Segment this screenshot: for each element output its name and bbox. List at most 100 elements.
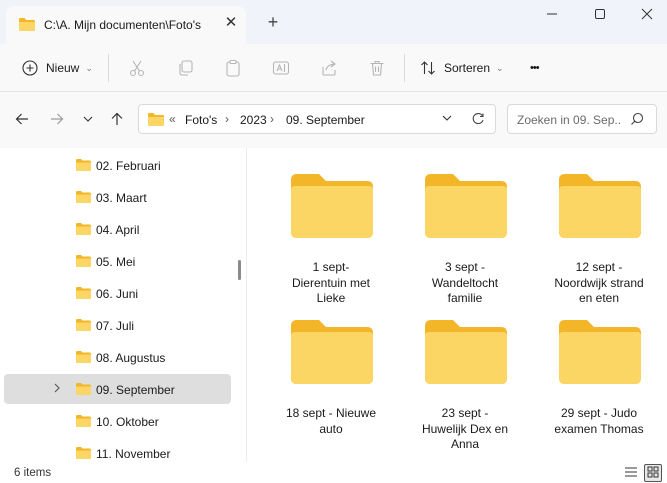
- copy-button[interactable]: [176, 56, 194, 80]
- folder-icon: [75, 190, 92, 207]
- refresh-icon[interactable]: [471, 112, 485, 129]
- breadcrumb-separator[interactable]: ›: [225, 112, 229, 126]
- sidebar-item-maart[interactable]: 03. Maart: [4, 182, 231, 212]
- sidebar-item-label: 06. Juni: [96, 287, 139, 301]
- folder-label: 18 sept - Nieuwe auto: [285, 406, 377, 436]
- breadcrumb-september[interactable]: 09. September: [286, 113, 365, 127]
- search-icon: [630, 112, 644, 129]
- breadcrumb-separator[interactable]: ›: [270, 112, 274, 126]
- sidebar-item-juni[interactable]: 06. Juni: [4, 278, 231, 308]
- sidebar-item-oktober[interactable]: 10. Oktober: [4, 406, 231, 436]
- arrow-left-icon: [14, 111, 30, 130]
- search-input[interactable]: Zoeken in 09. Sep...: [517, 113, 622, 127]
- chevron-down-icon: [82, 113, 94, 128]
- folder-icon: [289, 172, 375, 243]
- share-icon: [320, 59, 338, 77]
- sidebar-item-november[interactable]: 11. November: [4, 438, 231, 462]
- overflow-crumbs-button[interactable]: «: [169, 112, 176, 126]
- maximize-button[interactable]: [588, 4, 612, 28]
- folder-tile[interactable]: 18 sept - Nieuwe auto: [269, 302, 393, 450]
- new-tab-button[interactable]: +: [264, 13, 282, 31]
- navigation-pane: 02. Februari 03. Maart 04. April 05. Mei…: [0, 148, 246, 462]
- navigation-bar: « Foto's › 2023 › 09. September Zoeken i…: [0, 92, 667, 148]
- tab-active[interactable]: C:\A. Mijn documenten\Foto's ✕: [6, 6, 246, 44]
- folder-icon: [423, 318, 509, 389]
- folder-icon: [75, 350, 92, 367]
- sidebar-item-april[interactable]: 04. April: [4, 214, 231, 244]
- folder-tile[interactable]: 3 sept - Wandeltocht familie: [403, 156, 527, 305]
- sidebar-item-label: 10. Oktober: [96, 415, 159, 429]
- tab-title: C:\A. Mijn documenten\Foto's: [44, 18, 202, 32]
- tiles-view-button[interactable]: [644, 464, 662, 482]
- trash-icon: [368, 59, 386, 77]
- folder-tile[interactable]: 1 sept- Dierentuin met Lieke: [269, 156, 393, 305]
- file-list: 1 sept- Dierentuin met Lieke 3 sept - Wa…: [247, 148, 667, 462]
- folder-icon: [75, 446, 92, 462]
- folder-tile[interactable]: 12 sept - Noordwijk strand en eten: [537, 156, 661, 305]
- sidebar-item-mei[interactable]: 05. Mei: [4, 246, 231, 276]
- paste-button[interactable]: [224, 56, 242, 80]
- close-window-button[interactable]: [635, 4, 659, 28]
- sidebar-item-label: 03. Maart: [96, 191, 147, 205]
- sidebar-item-juli[interactable]: 07. Juli: [4, 310, 231, 340]
- back-button[interactable]: [11, 109, 33, 131]
- sidebar-item-label: 05. Mei: [96, 255, 136, 269]
- folder-label: 29 sept - Judo examen Thomas: [554, 406, 644, 436]
- arrow-right-icon: [49, 111, 65, 130]
- sidebar-scrollbar[interactable]: [238, 260, 241, 280]
- plus-circle-icon: [22, 60, 38, 76]
- folder-icon: [18, 17, 36, 35]
- folder-icon: [557, 172, 643, 243]
- title-bar: C:\A. Mijn documenten\Foto's ✕ +: [0, 0, 667, 44]
- new-label: Nieuw: [46, 61, 80, 75]
- close-tab-icon[interactable]: ✕: [222, 14, 240, 32]
- sort-label: Sorteren: [444, 61, 491, 75]
- sidebar-item-label: 02. Februari: [96, 159, 161, 173]
- up-button[interactable]: [106, 109, 128, 131]
- sidebar-item-label: 11. November: [96, 447, 171, 461]
- sidebar-item-februari[interactable]: 02. Februari: [4, 150, 231, 180]
- folder-icon: [75, 318, 92, 335]
- chevron-down-icon: ⌄: [496, 62, 504, 73]
- address-bar[interactable]: « Foto's › 2023 › 09. September: [138, 104, 496, 134]
- scissors-icon: [128, 59, 146, 77]
- sidebar-item-september[interactable]: 09. September: [4, 374, 231, 404]
- delete-button[interactable]: [368, 56, 386, 80]
- folder-tile[interactable]: 23 sept - Huwelijk Dex en Anna: [403, 302, 527, 451]
- folder-label: 12 sept - Noordwijk strand en eten: [554, 260, 644, 305]
- cut-button[interactable]: [128, 56, 146, 80]
- folder-icon: [75, 286, 92, 303]
- status-bar: 6 items: [0, 462, 667, 483]
- sidebar-item-augustus[interactable]: 08. Augustus: [4, 342, 231, 372]
- folder-label: 23 sept - Huwelijk Dex en Anna: [421, 406, 509, 451]
- sort-button[interactable]: Sorteren ⌄: [420, 56, 504, 80]
- new-button[interactable]: Nieuw ⌄: [22, 56, 93, 80]
- clipboard-icon: [224, 59, 242, 77]
- chevron-down-icon: ⌄: [85, 62, 93, 73]
- sidebar-item-label: 09. September: [96, 383, 175, 397]
- divider: [404, 54, 405, 82]
- address-history-button[interactable]: [441, 112, 453, 127]
- recent-locations-button[interactable]: [77, 109, 99, 131]
- chevron-right-icon[interactable]: [52, 382, 62, 397]
- folder-icon: [557, 318, 643, 389]
- item-count: 6 items: [14, 467, 52, 479]
- breadcrumb-fotos[interactable]: Foto's: [185, 113, 217, 127]
- folder-tile[interactable]: 29 sept - Judo examen Thomas: [537, 302, 661, 450]
- sort-arrows-icon: [420, 60, 436, 76]
- rename-icon: [272, 59, 290, 77]
- sidebar-item-label: 07. Juli: [96, 319, 135, 333]
- minimize-button[interactable]: [540, 4, 564, 28]
- sidebar-item-label: 04. April: [96, 223, 140, 237]
- breadcrumb-2023[interactable]: 2023: [240, 113, 267, 127]
- folder-icon: [75, 414, 92, 431]
- forward-button[interactable]: [46, 109, 68, 131]
- rename-button[interactable]: [272, 56, 290, 80]
- search-box[interactable]: Zoeken in 09. Sep...: [507, 104, 657, 134]
- copy-icon: [176, 59, 194, 77]
- more-options-button[interactable]: •••: [530, 56, 540, 80]
- divider: [108, 54, 109, 82]
- share-button[interactable]: [320, 56, 338, 80]
- folder-icon: [147, 112, 165, 130]
- details-view-button[interactable]: [622, 464, 640, 482]
